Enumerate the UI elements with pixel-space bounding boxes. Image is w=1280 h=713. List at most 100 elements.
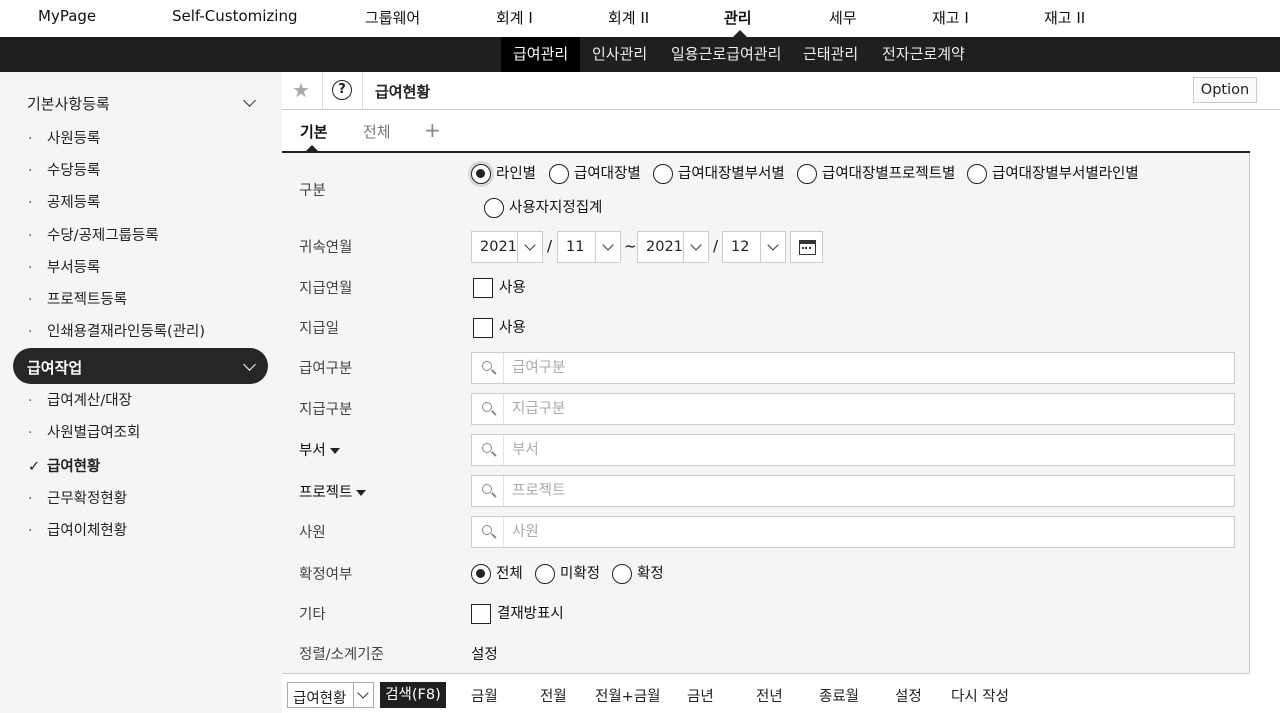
search-button[interactable]: 검색(F8) — [380, 682, 446, 708]
subnav-e-contract[interactable]: 전자근로계약 — [870, 37, 977, 72]
settings-button[interactable]: 설정 — [895, 685, 922, 706]
topnav-tax[interactable]: 세무 — [829, 7, 857, 28]
radio-confirm-all[interactable]: 전체 — [471, 562, 523, 584]
radio-by-ledger-project[interactable]: 급여대장별프로젝트별 — [797, 162, 955, 184]
end-month-button[interactable]: 종료월 — [819, 685, 859, 706]
subnav-payroll[interactable]: 급여관리 — [501, 37, 581, 72]
subnav-attendance[interactable]: 근태관리 — [791, 37, 870, 72]
bullet-icon: · — [28, 523, 33, 539]
project-label[interactable]: 프로젝트 — [299, 481, 367, 502]
topnav-accounting-1[interactable]: 회계 I — [496, 7, 533, 28]
sidebar-item-employee-registration[interactable]: · 사원등록 — [28, 127, 100, 148]
sidebar-item-label: 부서등록 — [47, 260, 101, 276]
sidebar-item-label: 수당/공제그룹등록 — [47, 228, 159, 244]
sidebar-item-deduction-registration[interactable]: · 공제등록 — [28, 191, 100, 212]
star-icon[interactable]: ★ — [292, 78, 310, 102]
topnav-self-customizing[interactable]: Self-Customizing — [172, 7, 298, 25]
dept-field[interactable] — [471, 434, 1235, 466]
last-and-this-month-button[interactable]: 전월+금월 — [595, 685, 661, 706]
search-icon[interactable] — [472, 517, 504, 547]
employee-input[interactable] — [512, 522, 1212, 542]
add-tab-icon[interactable]: + — [424, 118, 441, 142]
dept-input[interactable] — [512, 440, 1212, 460]
pay-month-use-checkbox[interactable]: 사용 — [473, 276, 526, 298]
sidebar-group-basic-registration[interactable]: 기본사항등록 — [13, 84, 268, 120]
option-button[interactable]: Option — [1193, 77, 1257, 103]
sidebar-group-payroll-work[interactable]: 급여작업 — [13, 348, 268, 384]
tab-all[interactable]: 전체 — [363, 121, 391, 142]
radio-unchecked-icon — [797, 164, 817, 184]
sidebar-item-department-registration[interactable]: · 부서등록 — [28, 256, 100, 277]
select-value: 11 — [566, 239, 585, 255]
last-month-button[interactable]: 전월 — [540, 685, 567, 706]
search-icon[interactable] — [472, 353, 504, 383]
search-icon[interactable] — [472, 476, 504, 506]
from-year-select[interactable]: 2021 — [471, 231, 543, 263]
radio-confirmed[interactable]: 확정 — [612, 562, 664, 584]
tab-basic[interactable]: 기본 — [300, 121, 328, 142]
employee-field[interactable] — [471, 516, 1235, 548]
search-icon[interactable] — [472, 435, 504, 465]
sidebar-item-payroll-transfer-status[interactable]: · 급여이체현황 — [28, 519, 127, 540]
period-label: 귀속연월 — [299, 240, 353, 256]
sidebar-item-project-registration[interactable]: · 프로젝트등록 — [28, 288, 127, 309]
topnav-management[interactable]: 관리 — [724, 7, 752, 28]
chevron-down-icon — [243, 358, 256, 371]
approval-display-checkbox[interactable]: 결재방표시 — [471, 602, 564, 624]
sidebar-item-work-confirmation-status[interactable]: · 근무확정현황 — [28, 487, 127, 508]
radio-unchecked-icon — [549, 164, 569, 184]
subnav-daily-payroll[interactable]: 일용근로급여관리 — [659, 37, 793, 72]
to-year-select[interactable]: 2021 — [637, 231, 709, 263]
radio-unconfirmed[interactable]: 미확정 — [535, 562, 600, 584]
sidebar-item-approval-line-registration[interactable]: · 인쇄용결재라인등록(관리) — [28, 320, 205, 341]
this-month-button[interactable]: 금월 — [471, 685, 498, 706]
search-icon[interactable] — [472, 394, 504, 424]
topnav-inventory-1[interactable]: 재고 I — [932, 7, 969, 28]
radio-checked-icon — [471, 564, 491, 584]
pay-kind-input[interactable] — [512, 399, 1212, 419]
pay-type-label: 급여구분 — [299, 361, 353, 377]
etc-label: 기타 — [299, 607, 326, 623]
help-icon[interactable]: ? — [332, 80, 352, 100]
pay-day-use-checkbox[interactable]: 사용 — [473, 316, 526, 338]
sidebar-item-payroll-calculation[interactable]: · 급여계산/대장 — [28, 389, 132, 410]
radio-unchecked-icon — [967, 164, 987, 184]
pay-type-input[interactable] — [512, 358, 1212, 378]
topnav-inventory-2[interactable]: 재고 II — [1044, 7, 1085, 28]
radio-by-payroll-ledger[interactable]: 급여대장별 — [549, 162, 641, 184]
radio-custom-aggregate[interactable]: 사용자지정집계 — [484, 196, 602, 218]
radio-by-line[interactable]: 라인별 — [471, 162, 536, 184]
sidebar-item-label: 급여현황 — [47, 459, 101, 475]
bullet-icon: · — [28, 228, 33, 244]
dept-label[interactable]: 부서 — [299, 439, 340, 460]
reset-button[interactable]: 다시 작성 — [951, 685, 1009, 706]
sidebar-item-allowance-deduction-group[interactable]: · 수당/공제그룹등록 — [28, 224, 159, 245]
chevron-down-icon — [683, 232, 708, 262]
caret-down-icon — [329, 448, 340, 454]
radio-by-ledger-dept-line[interactable]: 급여대장별부서별라인별 — [967, 162, 1139, 184]
to-month-select[interactable]: 12 — [722, 231, 786, 263]
sidebar-item-payroll-status[interactable]: ✓ 급여현황 — [28, 455, 100, 476]
pay-kind-field[interactable] — [471, 393, 1235, 425]
topnav-accounting-2[interactable]: 회계 II — [608, 7, 649, 28]
pay-type-field[interactable] — [471, 352, 1235, 384]
subnav-hr[interactable]: 인사관리 — [580, 37, 659, 72]
topnav-groupware[interactable]: 그룹웨어 — [365, 7, 420, 28]
employee-label: 사원 — [299, 525, 326, 541]
project-field[interactable] — [471, 475, 1235, 507]
sort-setting-link[interactable]: 설정 — [471, 643, 498, 664]
sidebar-item-allowance-registration[interactable]: · 수당등록 — [28, 159, 100, 180]
from-month-select[interactable]: 11 — [557, 231, 621, 263]
calendar-button[interactable] — [790, 231, 823, 263]
radio-by-ledger-dept[interactable]: 급여대장별부서별 — [653, 162, 785, 184]
project-input[interactable] — [512, 481, 1212, 501]
sidebar-item-label: 급여계산/대장 — [47, 393, 132, 409]
sidebar-item-label: 근무확정현황 — [47, 491, 128, 507]
this-year-button[interactable]: 금년 — [687, 685, 714, 706]
checkbox-label: 사용 — [499, 320, 526, 336]
last-year-button[interactable]: 전년 — [756, 685, 783, 706]
sidebar-item-payroll-by-employee[interactable]: · 사원별급여조회 — [28, 421, 140, 442]
report-type-select[interactable]: 급여현황 — [287, 682, 374, 708]
checkbox-icon — [473, 278, 493, 298]
topnav-mypage[interactable]: MyPage — [38, 7, 96, 25]
